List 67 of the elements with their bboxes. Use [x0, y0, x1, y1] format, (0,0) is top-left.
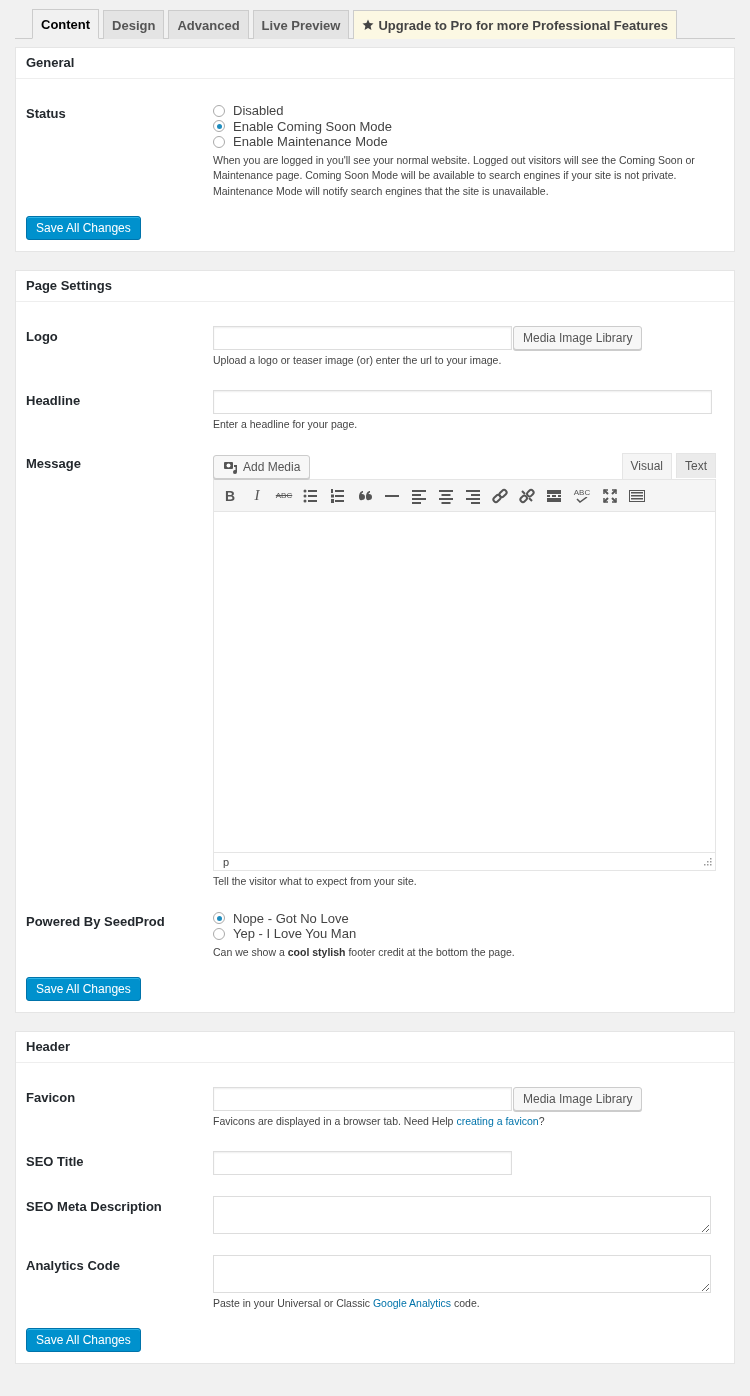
help-link[interactable]: creating a favicon: [456, 1115, 539, 1127]
editor-tab[interactable]: Text: [676, 453, 716, 478]
align-left-icon[interactable]: [411, 487, 427, 504]
help-text: When you are logged in you'll see your normal website. Logged out visitors will see the Coming Soon or Maintenance page. Coming Soon Mode will be available to search engines if your site is not private. Maintenance Mode will notify search engines that the site is unavailable.: [213, 152, 696, 199]
tab[interactable]: Design: [103, 10, 165, 39]
bold-button[interactable]: B: [222, 487, 238, 504]
help-text: Favicons are displayed in a browser tab. Need Help creating a favicon?: [213, 1114, 546, 1129]
media-library-button[interactable]: Media Image Library: [513, 326, 643, 350]
field-label: Logo: [26, 328, 59, 346]
resize-grip-icon: [704, 857, 712, 866]
help-text: Can we show a cool stylish footer credit at the bottom the page.: [213, 944, 516, 960]
text-field[interactable]: [213, 1150, 512, 1175]
field-label: SEO Meta Description: [26, 1197, 163, 1216]
bullet-list-icon[interactable]: [303, 487, 319, 504]
italic-button[interactable]: I: [249, 487, 265, 504]
radio-label[interactable]: Nope - Got No Love: [233, 910, 349, 926]
unlink-icon[interactable]: [519, 487, 535, 504]
tab[interactable]: Live Preview: [252, 10, 350, 39]
add-media-button[interactable]: Add Media: [213, 455, 311, 479]
save-button[interactable]: Save All Changes: [26, 977, 141, 1001]
text-field[interactable]: [213, 389, 712, 414]
align-center-icon[interactable]: [438, 487, 454, 504]
field-label: Headline: [26, 391, 82, 410]
save-button[interactable]: Save All Changes: [26, 1328, 141, 1352]
field-label: Status: [26, 105, 67, 123]
tab[interactable]: Content: [32, 9, 100, 39]
field-label: Message: [26, 455, 82, 473]
field-label: SEO Title: [26, 1152, 85, 1171]
number-list-icon[interactable]: [330, 487, 346, 504]
tab[interactable]: Advanced: [168, 10, 249, 39]
radio-button[interactable]: [213, 135, 225, 148]
media-icon: [223, 459, 239, 475]
radio-label[interactable]: Enable Coming Soon Mode: [233, 118, 392, 134]
element-path: p: [223, 855, 230, 868]
radio-button[interactable]: [213, 927, 225, 940]
radio-label[interactable]: Yep - I Love You Man: [233, 926, 357, 942]
field-label: Analytics Code: [26, 1256, 121, 1275]
help-text: Tell the visitor what to expect from your site.: [213, 874, 418, 889]
radio-label[interactable]: Enable Maintenance Mode: [233, 134, 388, 150]
spellcheck-button[interactable]: ABC: [573, 487, 591, 504]
panel-title: Page Settings: [16, 271, 734, 302]
panel-title: Header: [16, 1032, 734, 1063]
help-text: Enter a headline for your page.: [213, 416, 359, 432]
editor-tab[interactable]: Visual: [621, 453, 672, 479]
radio-label[interactable]: Disabled: [233, 103, 284, 119]
field-label: Favicon: [26, 1089, 77, 1107]
fullscreen-icon[interactable]: [602, 487, 618, 504]
radio-button[interactable]: [213, 912, 225, 925]
help-link[interactable]: Google Analytics: [372, 1296, 452, 1309]
align-right-icon[interactable]: [465, 487, 481, 504]
tab[interactable]: Upgrade to Pro for more Professional Features: [353, 10, 678, 39]
radio-button[interactable]: [213, 120, 225, 133]
star-icon: [362, 19, 375, 31]
help-text: Paste in your Universal or Classic Google Analytics code.: [213, 1295, 481, 1311]
save-button[interactable]: Save All Changes: [26, 216, 141, 240]
strikethrough-button[interactable]: ABC: [276, 487, 292, 504]
media-library-button[interactable]: Media Image Library: [513, 1087, 643, 1111]
keyboard-icon[interactable]: [629, 487, 645, 504]
field-label: Powered By SeedProd: [26, 912, 166, 931]
more-icon[interactable]: [546, 487, 562, 504]
panel-title: General: [16, 48, 734, 79]
link-icon[interactable]: [492, 487, 508, 504]
url-field[interactable]: [213, 326, 512, 350]
radio-button[interactable]: [213, 104, 225, 117]
check-icon: [576, 496, 588, 503]
help-text: Upload a logo or teaser image (or) enter the url to your image.: [213, 353, 503, 368]
url-field[interactable]: [213, 1087, 512, 1111]
